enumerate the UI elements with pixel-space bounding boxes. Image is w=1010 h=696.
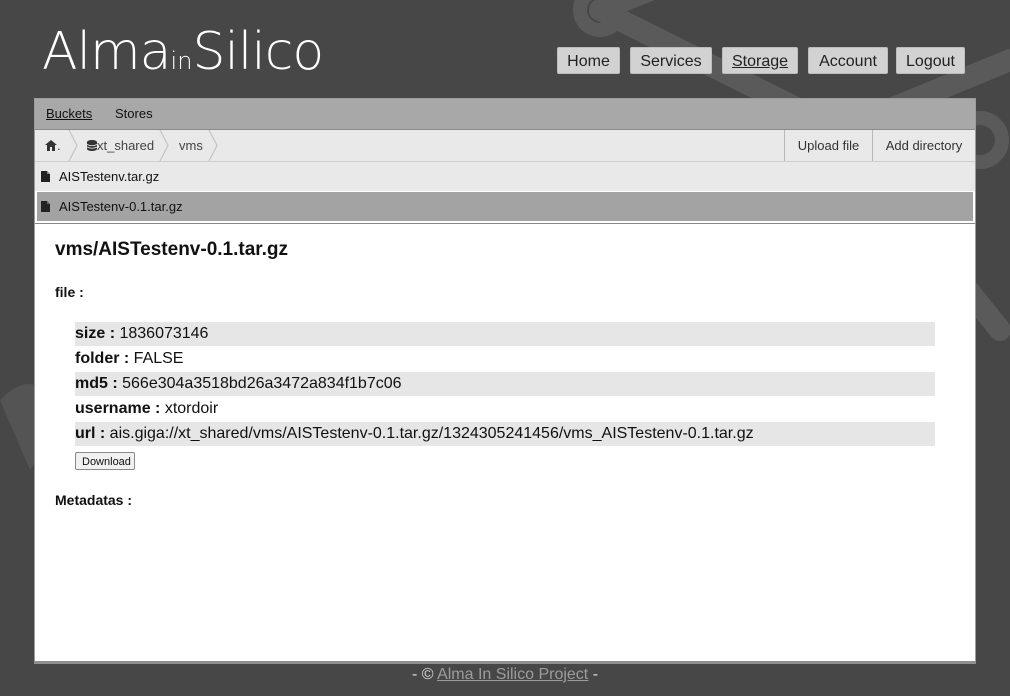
storage-panel: Buckets Stores . xt_shared vms Upload fi… [34,98,976,662]
tab-buckets[interactable]: Buckets [46,99,92,129]
tab-stores[interactable]: Stores [115,99,153,129]
chevron-right-icon [68,130,78,161]
nav-home-button[interactable]: Home [557,47,620,74]
download-button[interactable]: Download [75,452,135,470]
nav-services-button[interactable]: Services [630,47,712,74]
file-icon [41,171,50,182]
alma-in-silico-logo[interactable]: AlmainSilico [42,22,324,91]
property-key: md5 : [75,375,118,392]
property-row-folder: folder : FALSE [75,347,935,371]
upload-file-button[interactable]: Upload file [784,130,872,161]
logo-text-in: in [170,47,193,75]
footer-prefix: - © [411,666,438,683]
property-key: size : [75,325,116,342]
property-row-size: size : 1836073146 [75,322,935,346]
footer-divider [34,661,976,664]
breadcrumb-home[interactable]: . [45,130,61,161]
logo-text-silico: Silico [192,22,324,82]
property-value: xtordoir [164,400,219,417]
file-icon [41,201,50,212]
property-key: url : [75,425,106,442]
file-section-label: file : [55,284,84,300]
database-icon [86,140,98,151]
chevron-right-icon [208,130,218,161]
breadcrumb-label-xt-shared: xt_shared [97,138,155,153]
nav-storage-button[interactable]: Storage [722,47,798,74]
property-row-username: username : xtordoir [75,397,935,421]
breadcrumb-item-vms[interactable]: vms [179,130,203,161]
property-value: 566e304a3518bd26a3472a834f1b7c06 [122,375,402,392]
property-key: folder : [75,350,130,367]
divider [35,223,975,224]
file-name: AISTestenv.tar.gz [59,169,160,184]
metadatas-section-label: Metadatas : [55,492,133,508]
project-link[interactable]: Alma In Silico Project [437,666,588,683]
nav-account-button[interactable]: Account [808,47,888,74]
nav-logout-button[interactable]: Logout [896,47,965,74]
property-row-url: url : ais.giga://xt_shared/vms/AISTesten… [75,422,935,446]
footer: - © Alma In Silico Project - [0,666,1010,684]
add-directory-button[interactable]: Add directory [872,130,975,161]
property-value: 1836073146 [119,325,209,342]
property-row-md5: md5 : 566e304a3518bd26a3472a834f1b7c06 [75,372,935,396]
footer-suffix: - [588,666,599,683]
storage-tabbar: Buckets Stores [35,99,975,130]
file-detail-title: vms/AISTestenv-0.1.tar.gz [55,239,289,260]
property-value: FALSE [133,350,184,367]
property-value: ais.giga://xt_shared/vms/AISTestenv-0.1.… [109,425,754,442]
home-icon [45,140,57,151]
logo-text-alma: Alma [42,22,172,82]
breadcrumb-item-xt-shared[interactable]: xt_shared [86,130,155,161]
breadcrumb: . xt_shared vms Upload file Add director… [35,130,975,162]
breadcrumb-home-suffix: . [57,138,61,153]
file-name: AISTestenv-0.1.tar.gz [59,199,183,214]
chevron-right-icon [159,130,169,161]
file-list-item[interactable]: AISTestenv.tar.gz [35,162,975,191]
file-list-item-selected[interactable]: AISTestenv-0.1.tar.gz [37,192,973,221]
property-key: username : [75,400,161,417]
